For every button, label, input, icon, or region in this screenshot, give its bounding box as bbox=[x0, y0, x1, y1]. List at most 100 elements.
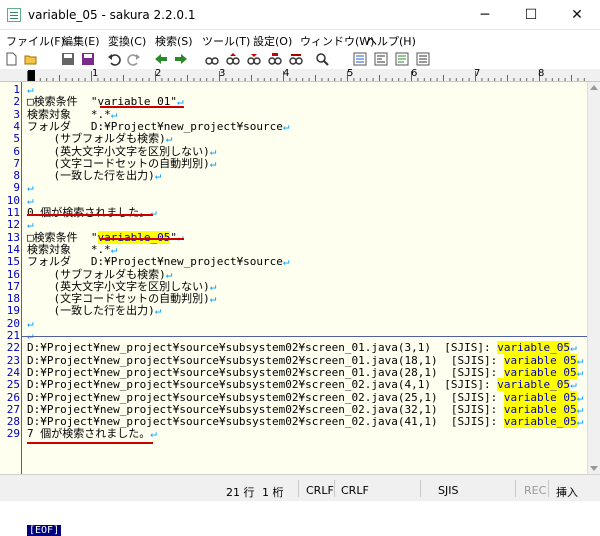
text-line: D:¥Project¥new_project¥source¥subsystem0… bbox=[27, 353, 583, 367]
status-eol-file[interactable]: CRLF bbox=[341, 484, 369, 497]
line-number: 2 bbox=[13, 95, 20, 109]
search-match-highlight: variable_05 bbox=[503, 415, 577, 429]
status-encoding[interactable]: SJIS bbox=[438, 484, 458, 497]
line-number: 26 bbox=[6, 390, 20, 404]
eol-icon: ↵ bbox=[27, 316, 34, 330]
status-insert-mode[interactable]: 挿入 bbox=[556, 484, 578, 500]
menu-settings[interactable]: 設定(O) bbox=[253, 33, 292, 49]
search-match-highlight: variable_05 bbox=[497, 378, 571, 392]
line-text: (文字コードセットの自動判別) bbox=[27, 156, 210, 170]
line-number: 25 bbox=[6, 378, 20, 392]
ruler-mark-8: 8 bbox=[538, 68, 545, 79]
line-number: 13 bbox=[6, 230, 20, 244]
line-number: 9 bbox=[13, 181, 20, 195]
menu-edit[interactable]: 編集(E) bbox=[62, 33, 100, 49]
text-line: D:¥Project¥new_project¥source¥subsystem0… bbox=[27, 402, 584, 416]
eol-icon: ↵ bbox=[154, 169, 162, 183]
settings-icon[interactable] bbox=[374, 52, 388, 66]
line-text: (サブフォルダも検索) bbox=[27, 132, 166, 146]
status-eol-input[interactable]: CRLF bbox=[306, 484, 334, 497]
text-line: D:¥Project¥new_project¥source¥subsystem0… bbox=[27, 341, 577, 355]
toolbar bbox=[0, 50, 600, 70]
minimize-button[interactable]: ─ bbox=[462, 0, 508, 30]
compare-icon[interactable] bbox=[315, 52, 329, 66]
scroll-down-icon[interactable] bbox=[590, 466, 598, 471]
line-number: 20 bbox=[6, 316, 20, 330]
eol-icon: ↵ bbox=[576, 402, 584, 416]
ruler-mark-5: 5 bbox=[347, 68, 354, 79]
text-line: 7 個が検索されました。↵ bbox=[27, 428, 157, 440]
search-prev-icon[interactable] bbox=[226, 52, 240, 66]
line-number: 29 bbox=[6, 427, 20, 441]
text-line: (一致した行を出力)↵ bbox=[27, 170, 161, 182]
new-file-icon[interactable] bbox=[4, 52, 18, 66]
line-number: 8 bbox=[13, 169, 20, 183]
line-text: フォルダ D:¥Project¥new_project¥source bbox=[27, 119, 283, 133]
menu-tools[interactable]: ツール(T) bbox=[202, 33, 250, 49]
save-icon[interactable] bbox=[61, 52, 75, 66]
menu-window[interactable]: ウィンドウ(W) bbox=[300, 33, 374, 49]
search-match-highlight: variable_05 bbox=[503, 353, 577, 367]
jump-forward-icon[interactable] bbox=[174, 52, 188, 66]
redo-icon[interactable] bbox=[127, 52, 141, 66]
eol-icon: ↵ bbox=[154, 304, 162, 318]
eol-icon: ↵ bbox=[165, 132, 173, 146]
menu-bar: ファイル(F) 編集(E) 変換(C) 検索(S) ツール(T) 設定(O) ウ… bbox=[0, 30, 600, 50]
eol-icon: ↵ bbox=[150, 206, 157, 219]
underline-search-term-2 bbox=[100, 238, 184, 240]
underline-result-count-2 bbox=[27, 442, 153, 444]
line-text: フォルダ D:¥Project¥new_project¥source bbox=[27, 255, 283, 269]
line-number: 23 bbox=[6, 353, 20, 367]
scroll-up-icon[interactable] bbox=[590, 85, 598, 90]
menu-file[interactable]: ファイル(F) bbox=[6, 33, 65, 49]
app-icon bbox=[7, 8, 21, 22]
outline-icon[interactable] bbox=[353, 52, 367, 66]
editor-area[interactable]: 1 ↵ 2 □検索条件 "variable_01"↵ 3 検索対象 *.*↵ 4 フォルダ D… bbox=[0, 82, 587, 536]
grep-icon[interactable] bbox=[289, 52, 303, 66]
line-number: 10 bbox=[6, 193, 20, 207]
eol-icon: ↵ bbox=[27, 218, 34, 232]
line-number: 27 bbox=[6, 402, 20, 416]
eol-icon: ↵ bbox=[282, 255, 290, 269]
line-number: 3 bbox=[13, 107, 20, 121]
line-text: (英大文字小文字を区別しない) bbox=[27, 144, 210, 158]
menu-search[interactable]: 検索(S) bbox=[155, 33, 193, 49]
eol-icon: ↵ bbox=[27, 181, 34, 195]
line-text: 検索対象 *.* bbox=[27, 242, 111, 256]
replace-icon[interactable] bbox=[268, 52, 282, 66]
open-file-icon[interactable] bbox=[24, 52, 38, 66]
ruler-mark-3: 3 bbox=[219, 68, 226, 79]
jump-back-icon[interactable] bbox=[154, 52, 168, 66]
line-text: 0 個が検索されました。 bbox=[27, 206, 151, 219]
search-icon[interactable] bbox=[205, 52, 219, 66]
line-text: (英大文字小文字を区別しない) bbox=[27, 279, 210, 293]
line-number: 16 bbox=[6, 267, 20, 281]
eol-icon: ↵ bbox=[209, 279, 217, 293]
save-all-icon[interactable] bbox=[81, 52, 95, 66]
text-line: (英大文字小文字を区別しない)↵ bbox=[27, 279, 217, 293]
line-text: D:¥Project¥new_project¥source¥subsystem0… bbox=[27, 378, 498, 392]
eol-icon: ↵ bbox=[209, 144, 217, 158]
menu-convert[interactable]: 変換(C) bbox=[108, 33, 146, 49]
line-number: 28 bbox=[6, 415, 20, 429]
text-line: ↵ bbox=[27, 194, 34, 207]
underline-search-term-1 bbox=[100, 106, 184, 108]
text-line: フォルダ D:¥Project¥new_project¥source↵ bbox=[27, 256, 290, 268]
undo-icon[interactable] bbox=[107, 52, 121, 66]
search-match-highlight: variable_05 bbox=[503, 390, 577, 404]
line-number: 11 bbox=[6, 206, 20, 219]
text-line: 検索対象 *.*↵ bbox=[27, 108, 117, 121]
close-button[interactable]: ✕ bbox=[554, 0, 600, 30]
ruler-mark-6: 6 bbox=[411, 68, 418, 79]
line-number: 17 bbox=[6, 279, 20, 293]
help-icon[interactable] bbox=[416, 52, 430, 66]
status-rec: REC bbox=[524, 484, 547, 497]
menu-help[interactable]: ヘルプ(H) bbox=[366, 33, 416, 49]
line-text: (一致した行を出力) bbox=[27, 304, 155, 318]
search-next-icon[interactable] bbox=[247, 52, 261, 66]
maximize-button[interactable]: ☐ bbox=[508, 0, 554, 30]
text-line: (英大文字小文字を区別しない)↵ bbox=[27, 144, 217, 158]
font-icon[interactable] bbox=[395, 52, 409, 66]
line-number: 5 bbox=[13, 132, 20, 146]
vertical-scrollbar[interactable] bbox=[587, 82, 600, 474]
